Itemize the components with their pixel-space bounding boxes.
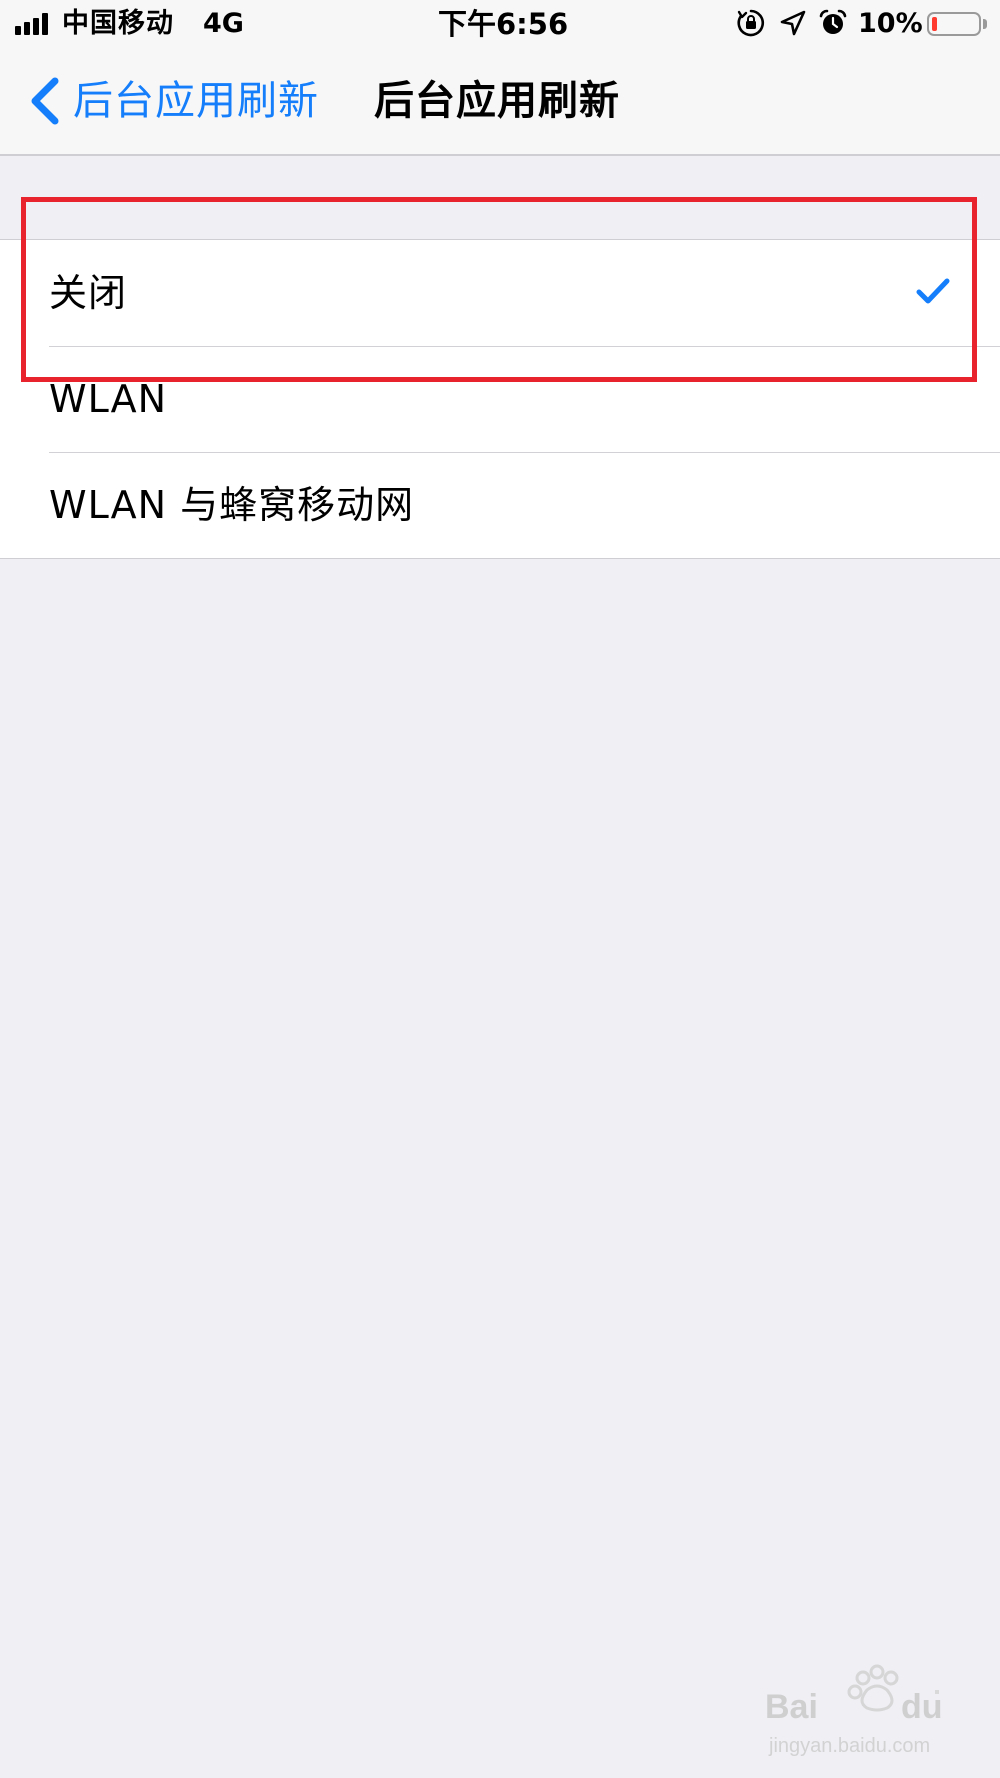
battery-icon: [927, 12, 981, 36]
options-list: 关闭 WLAN WLAN 与蜂窝移动网: [0, 239, 1000, 559]
carrier-name: 中国移动: [62, 8, 174, 39]
status-bar: 中国移动 4G 下午6:56 10%: [0, 0, 1000, 50]
chevron-left-icon: [31, 77, 59, 125]
checkmark-icon: [916, 278, 950, 304]
back-button[interactable]: 后台应用刷新: [25, 70, 319, 132]
option-off[interactable]: 关闭: [0, 240, 1000, 346]
svg-text:Bai: Bai: [765, 1688, 818, 1726]
svg-text:jingyan.baidu.com: jingyan.baidu.com: [768, 1735, 930, 1757]
location-icon: [780, 10, 806, 36]
signal-icon: [15, 13, 55, 35]
orientation-lock-icon: [737, 9, 765, 37]
option-label: WLAN: [49, 377, 168, 421]
back-button-label: 后台应用刷新: [73, 78, 319, 124]
option-label: WLAN 与蜂窝移动网: [49, 483, 415, 527]
option-wlan-and-cellular[interactable]: WLAN 与蜂窝移动网: [0, 452, 1000, 558]
battery-level: [932, 17, 937, 31]
option-wlan[interactable]: WLAN: [0, 346, 1000, 452]
alarm-icon: [819, 9, 847, 34]
network-type: 4G: [203, 8, 244, 39]
battery-cap: [983, 19, 987, 29]
baidu-watermark-logo: Bai du jingyan.baidu.com: [765, 1664, 943, 1757]
battery-percentage: 10%: [858, 8, 923, 39]
status-time: 下午6:56: [438, 7, 569, 41]
page-title: 后台应用刷新: [374, 78, 620, 124]
navigation-bar: 后台应用刷新 后台应用刷新: [0, 50, 1000, 156]
option-label: 关闭: [49, 271, 128, 315]
